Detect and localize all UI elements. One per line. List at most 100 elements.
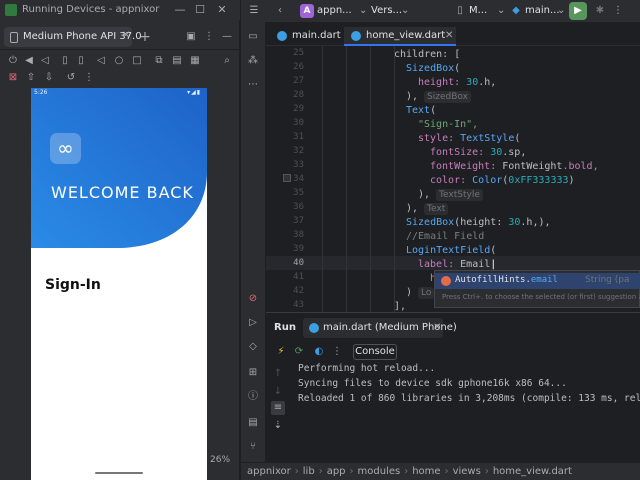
device-icon[interactable]: ▯ — [453, 4, 467, 18]
hide-icon[interactable]: — — [220, 30, 234, 44]
download-icon[interactable]: ⇩ — [42, 71, 56, 85]
color-swatch[interactable] — [283, 174, 291, 182]
console-line: Reloaded 1 of 860 libraries in 3,208ms (… — [298, 393, 640, 404]
tab-main-dart[interactable]: main.dart — [270, 27, 341, 46]
search-icon[interactable]: ⌕ — [220, 54, 234, 68]
maximize-icon[interactable]: ☐ — [192, 2, 208, 18]
screenshot-icon[interactable]: ⧉ — [152, 54, 166, 68]
gesture-nav-bar[interactable] — [95, 472, 143, 474]
run-tool-icon[interactable]: ▷ — [246, 316, 260, 330]
chevron-down-icon[interactable]: ⌄ — [359, 5, 367, 16]
record-icon[interactable]: ⊠ — [6, 71, 20, 85]
breadcrumb-item[interactable]: modules — [358, 466, 401, 477]
rotate-left-icon[interactable]: ▯ — [58, 54, 72, 68]
device-selector[interactable]: M... — [469, 5, 487, 16]
breadcrumb-item[interactable]: home_view.dart — [493, 466, 572, 477]
breadcrumb-item[interactable]: lib — [303, 466, 315, 477]
project-name[interactable]: appn... — [317, 5, 352, 16]
console-button[interactable]: Console — [353, 344, 397, 360]
git-icon[interactable]: ⑂ — [246, 440, 260, 454]
console-line: Performing hot reload... — [298, 363, 436, 374]
vcs-widget[interactable]: Vers... — [371, 5, 402, 16]
screenrecord-icon[interactable]: ▤ — [170, 54, 184, 68]
debug-icon[interactable]: ✱ — [593, 4, 607, 18]
code-line-43: ], — [394, 301, 407, 312]
close-icon[interactable]: ✕ — [214, 2, 230, 18]
folder-icon[interactable]: ▭ — [246, 30, 260, 44]
down-arrow-icon[interactable]: ↓ — [271, 385, 285, 399]
run-session-tab[interactable]: main.dart (Medium Phone) ✕ — [303, 318, 457, 338]
rotate-right-icon[interactable]: ▯ — [74, 54, 88, 68]
upload-icon[interactable]: ⇧ — [24, 71, 38, 85]
indent-guide — [394, 46, 395, 312]
hot-reload-icon[interactable]: ⚡ — [274, 345, 288, 359]
scroll-to-end-icon[interactable]: ⇣ — [271, 419, 285, 433]
structure-icon[interactable]: ⁂ — [246, 54, 260, 68]
window-titlebar[interactable]: Running Devices - appnixor — ☐ ✕ — [0, 0, 240, 20]
more-actions-icon[interactable]: ⋮ — [611, 4, 625, 18]
volume-down-icon[interactable]: ◁ — [38, 54, 52, 68]
hot-restart-icon[interactable]: ⟳ — [292, 345, 306, 359]
line-number: 26 — [293, 62, 304, 72]
chevron-down-icon[interactable]: ⌄ — [557, 5, 565, 16]
overview-icon[interactable]: □ — [130, 54, 144, 68]
breadcrumb-separator: › — [444, 466, 449, 477]
gem-icon[interactable]: ◇ — [246, 340, 260, 354]
zoom-level[interactable]: 26% — [210, 455, 230, 465]
autocomplete-item[interactable]: AutofillHints.email String (pa — [435, 273, 640, 289]
chevron-down-icon[interactable]: ⌄ — [497, 5, 505, 16]
run-side-toolbar: ↑ ↓ ≡ ⇣ — [266, 365, 288, 461]
reset-icon[interactable]: ↺ — [64, 71, 78, 85]
problems-icon[interactable]: ⓘ — [246, 390, 260, 404]
home-icon[interactable]: ○ — [112, 54, 126, 68]
chevron-down-icon[interactable]: ⌄ — [401, 5, 409, 16]
phone-screen[interactable]: 5:26 ▾◢▮ ∞ WELCOME BACK Sign-In — [31, 88, 207, 480]
inlay-hint: Lo — [418, 287, 435, 299]
more-options-icon[interactable]: ⋮ — [82, 71, 96, 85]
device-tab[interactable]: Medium Phone API 37.0 ✕ — [4, 27, 142, 47]
console-line: Syncing files to device sdk gphone16k x8… — [298, 378, 567, 389]
layout-icon[interactable]: ▣ — [184, 30, 198, 44]
inspector-icon[interactable]: ⊞ — [246, 366, 260, 380]
hamburger-menu-icon[interactable]: ☰ — [247, 4, 261, 18]
devtools-icon[interactable]: ◐ — [312, 345, 326, 359]
minimize-icon[interactable]: — — [172, 2, 188, 18]
code-line-42: ) Lo — [406, 286, 435, 300]
back-nav-icon[interactable]: ‹ — [273, 4, 287, 18]
volume-up-icon[interactable]: ◀ — [22, 54, 36, 68]
breadcrumb-separator: › — [484, 466, 489, 477]
breadcrumb-item[interactable]: appnixor — [247, 466, 291, 477]
project-badge[interactable]: A — [300, 4, 314, 18]
close-tab-icon[interactable]: ✕ — [433, 322, 441, 333]
more-tools-icon[interactable]: ⋯ — [246, 78, 260, 92]
run-config-selector[interactable]: main... — [525, 5, 560, 16]
more-run-actions-icon[interactable]: ⋮ — [330, 345, 344, 359]
close-tab-icon[interactable]: ✕ — [122, 30, 130, 41]
line-number: 43 — [293, 300, 304, 310]
breadcrumb: appnixor › lib › app › modules › home › views › home… — [247, 466, 572, 477]
add-device-icon[interactable]: + — [138, 30, 152, 44]
tab-home-view-dart[interactable]: home_view.dart ✕ — [344, 27, 456, 46]
breadcrumb-item[interactable]: views — [453, 466, 481, 477]
editor-tabbar: main.dart home_view.dart ✕ — [266, 24, 640, 46]
camera-icon[interactable]: ▦ — [188, 54, 202, 68]
breadcrumb-item[interactable]: home — [412, 466, 440, 477]
breadcrumb-item[interactable]: app — [327, 466, 346, 477]
soft-wrap-icon[interactable]: ≡ — [271, 401, 285, 415]
close-tab-icon[interactable]: ✕ — [445, 27, 453, 44]
header-shape — [31, 88, 207, 248]
code-line-39: LoginTextField( — [406, 245, 497, 256]
code-line-29: Text( — [406, 105, 437, 116]
signin-title: Sign-In — [45, 277, 101, 293]
power-icon[interactable]: ⏻ — [6, 54, 20, 68]
terminal-icon[interactable]: ▤ — [246, 416, 260, 430]
device-toolbar: ⏻ ◀ ◁ ▯ ▯ ◁ ○ □ ⧉ ▤ ▦ ⌕ ⊠ ⇧ ⇩ ↺ ⋮ — [0, 52, 240, 88]
code-line-32: fontSize: 30.sp, — [430, 147, 527, 158]
up-arrow-icon[interactable]: ↑ — [271, 367, 285, 381]
more-icon[interactable]: ⋮ — [202, 30, 216, 44]
no-sign-icon[interactable]: ⊘ — [246, 292, 260, 306]
autocomplete-hint: Press Ctrl+. to choose the selected (or … — [442, 293, 640, 301]
back-icon[interactable]: ◁ — [94, 54, 108, 68]
run-button[interactable]: ▶ — [569, 2, 587, 20]
phone-icon — [10, 32, 18, 43]
